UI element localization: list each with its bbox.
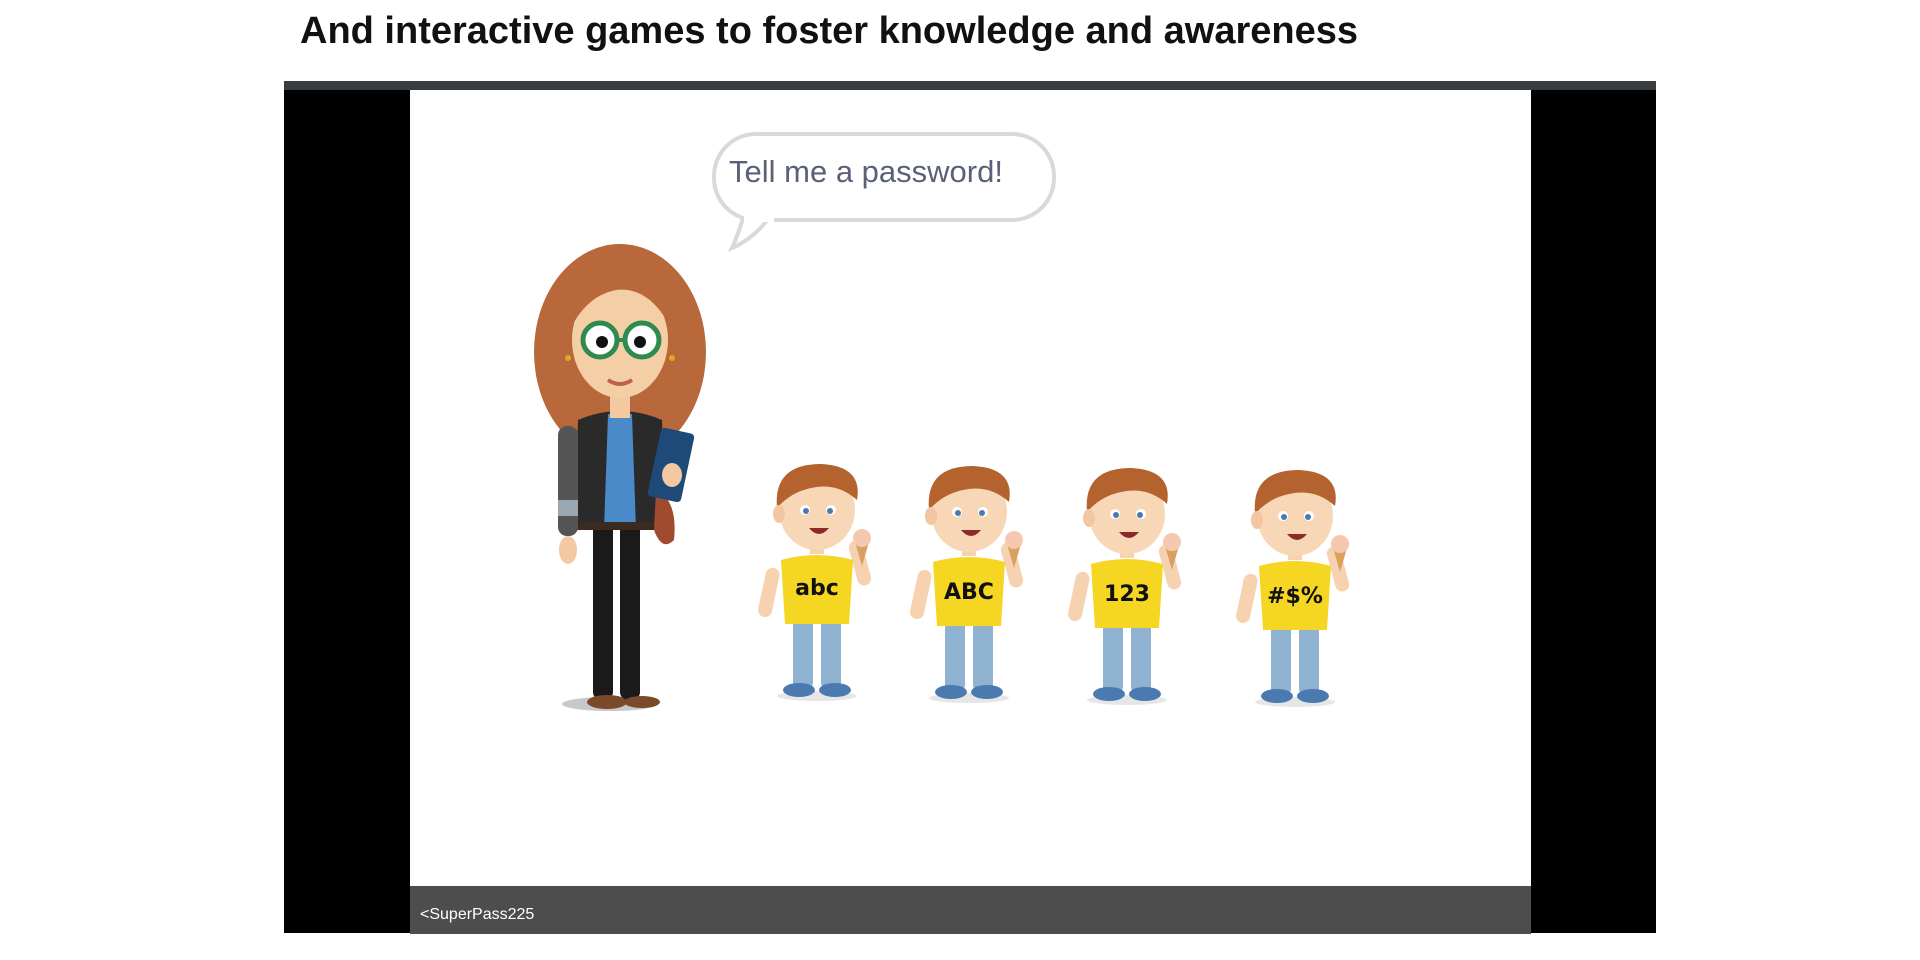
teacher-character <box>534 244 706 711</box>
speech-bubble <box>712 132 1056 252</box>
shirt-label-lowercase: abc <box>795 576 839 601</box>
shirt-label-symbols: #$% <box>1267 584 1323 609</box>
shirt-label-uppercase: ABC <box>944 580 994 605</box>
game-player[interactable]: Tell me a password! abc ABC 123 #$% <Sup… <box>284 81 1656 934</box>
speech-bubble-text: Tell me a password! <box>729 154 1003 189</box>
password-input-text[interactable]: <SuperPass225 <box>420 906 534 924</box>
shirt-label-numbers: 123 <box>1104 582 1150 607</box>
game-stage[interactable]: Tell me a password! abc ABC 123 #$% <Sup… <box>410 90 1531 934</box>
slide-title: And interactive games to foster knowledg… <box>300 10 1358 52</box>
answer-bar[interactable]: <SuperPass225 <box>410 886 1531 934</box>
stage-artwork <box>534 132 1350 711</box>
player-top-bar <box>284 81 1656 90</box>
